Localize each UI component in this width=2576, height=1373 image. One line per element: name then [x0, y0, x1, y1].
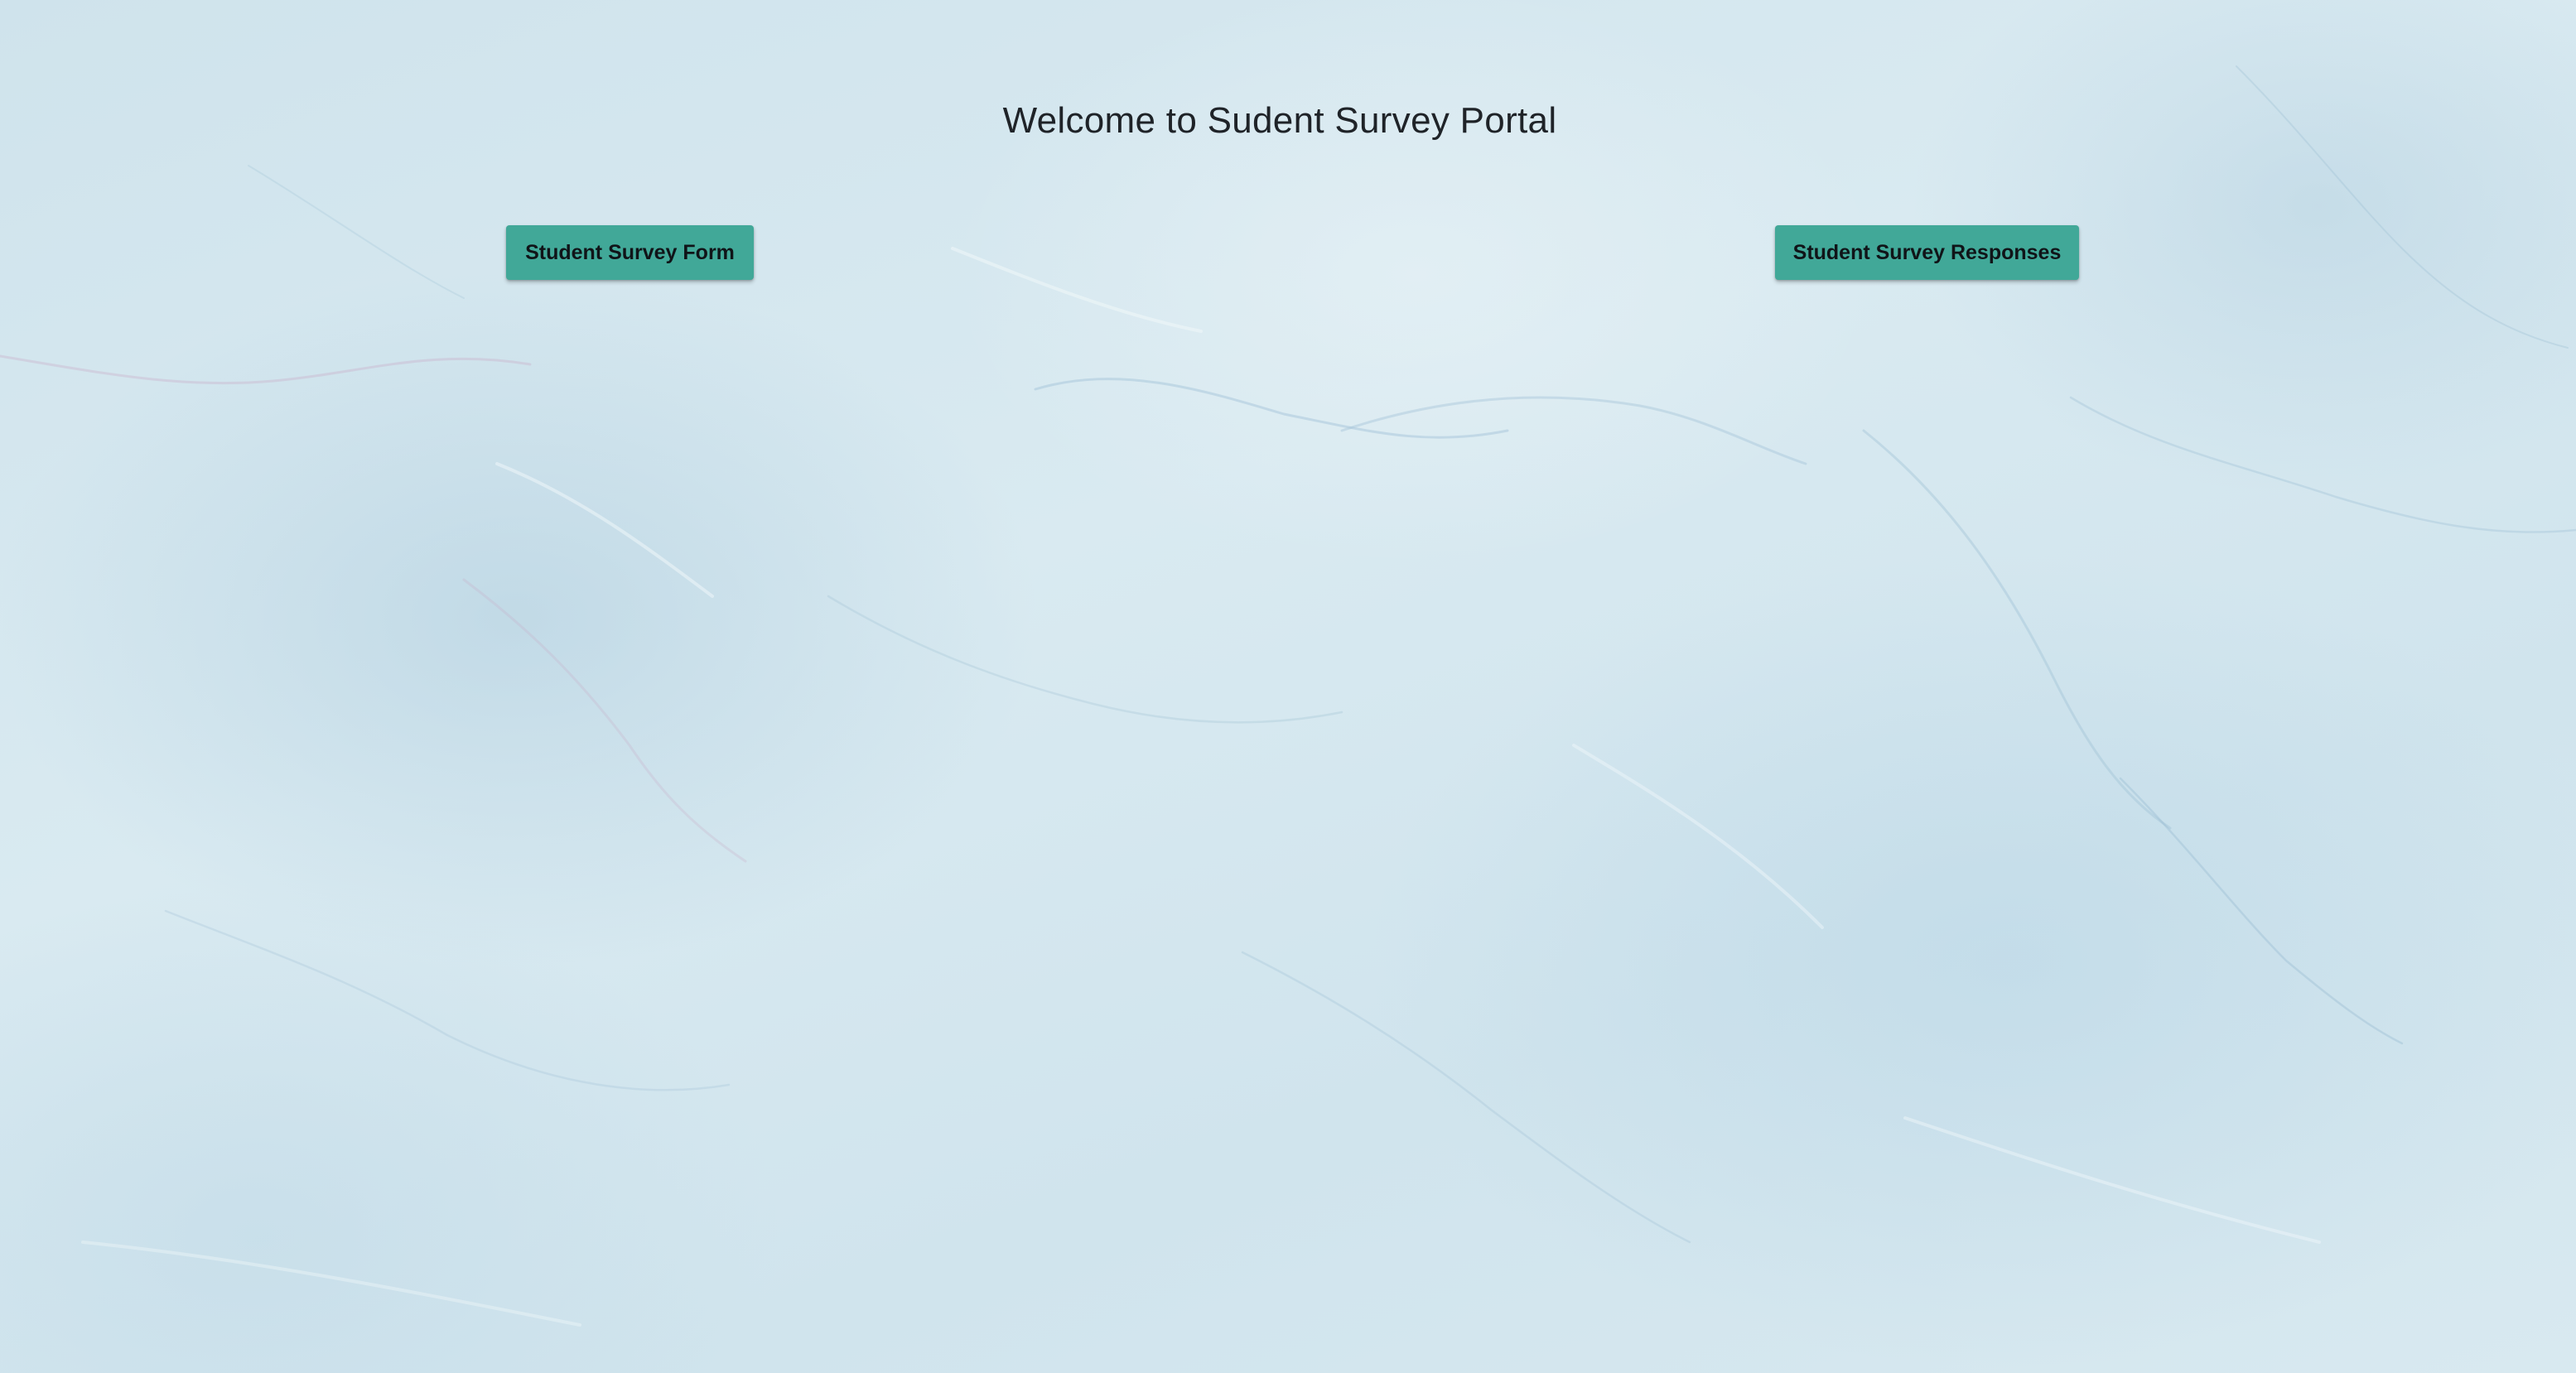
student-survey-responses-button[interactable]: Student Survey Responses — [1775, 225, 2079, 280]
student-survey-form-button[interactable]: Student Survey Form — [506, 225, 754, 280]
page-title: Welcome to Sudent Survey Portal — [1002, 100, 1557, 142]
marble-background — [0, 65, 2576, 1327]
